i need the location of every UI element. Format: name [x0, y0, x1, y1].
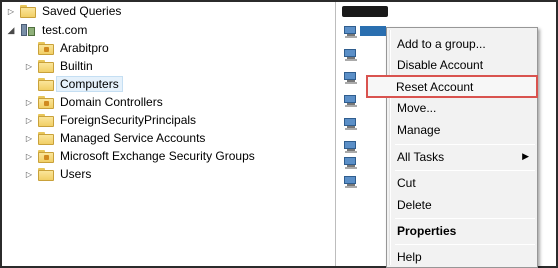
tree-item-label: Domain Controllers [60, 95, 163, 109]
tree-item-exchange-security-groups[interactable]: ▷ Microsoft Exchange Security Groups [24, 147, 255, 165]
tree-item-label: Users [60, 167, 92, 181]
tree-item-label: ForeignSecurityPrincipals [60, 113, 197, 127]
tree-item-domain[interactable]: ◢ test.com [6, 21, 88, 39]
tree-item-label: Managed Service Accounts [60, 131, 206, 145]
domain-icon [20, 23, 36, 37]
tree-item-users[interactable]: ▷ Users [24, 165, 91, 183]
computer-icon[interactable] [344, 26, 358, 38]
computer-icon[interactable] [344, 118, 358, 130]
menu-item-label: All Tasks [397, 150, 445, 164]
submenu-arrow-icon: ▶ [522, 151, 529, 161]
menu-item-move[interactable]: Move... [395, 98, 535, 118]
menu-item-properties[interactable]: Properties [395, 221, 535, 241]
redacted-header [342, 6, 388, 17]
expand-arrow-icon[interactable]: ▷ [24, 147, 34, 165]
menu-separator [395, 218, 535, 219]
computer-icon[interactable] [344, 157, 358, 169]
menu-item-label: Move... [397, 101, 437, 115]
ou-folder-icon [38, 41, 54, 55]
menu-separator [395, 144, 535, 145]
folder-icon [38, 77, 54, 91]
expand-arrow-icon[interactable]: ▷ [24, 165, 34, 183]
tree-item-label: Builtin [60, 59, 93, 73]
tree-item-saved-queries[interactable]: ▷ Saved Queries [6, 2, 121, 20]
console-window: ▷ Saved Queries ◢ test.com Arabitpro ▷ B… [0, 0, 558, 268]
folder-icon [38, 59, 54, 73]
menu-separator [395, 170, 535, 171]
menu-item-all-tasks[interactable]: All Tasks ▶ [395, 147, 535, 167]
expand-arrow-icon[interactable]: ▷ [24, 93, 34, 111]
menu-item-label: Delete [397, 198, 432, 212]
menu-item-add-to-group[interactable]: Add to a group... [395, 34, 535, 54]
menu-item-label: Reset Account [396, 79, 474, 94]
ou-folder-icon [38, 149, 54, 163]
folder-icon [38, 131, 54, 145]
menu-item-help[interactable]: Help [395, 247, 535, 267]
expand-arrow-icon[interactable]: ▷ [24, 129, 34, 147]
folder-icon [38, 113, 54, 127]
expand-arrow-icon[interactable]: ▷ [24, 57, 34, 75]
tree-item-computers[interactable]: Computers [24, 75, 123, 93]
tree-item-domain-controllers[interactable]: ▷ Domain Controllers [24, 93, 163, 111]
expand-arrow-icon[interactable]: ▷ [24, 111, 34, 129]
menu-item-label: Properties [397, 224, 457, 238]
tree-item-managed-service-accounts[interactable]: ▷ Managed Service Accounts [24, 129, 206, 147]
expand-arrow-icon[interactable]: ▷ [6, 2, 16, 20]
tree-item-arabitpro[interactable]: Arabitpro [24, 39, 109, 57]
menu-item-manage[interactable]: Manage [395, 120, 535, 140]
selected-row-highlight[interactable] [360, 26, 386, 36]
menu-item-reset-account[interactable]: Reset Account [366, 75, 538, 98]
menu-item-label: Help [397, 250, 422, 264]
computer-icon[interactable] [344, 141, 358, 153]
tree-item-builtin[interactable]: ▷ Builtin [24, 57, 93, 75]
menu-item-disable-account[interactable]: Disable Account [395, 55, 535, 75]
menu-item-delete[interactable]: Delete [395, 195, 535, 215]
menu-separator [395, 244, 535, 245]
tree-item-label: Saved Queries [42, 4, 122, 18]
collapse-arrow-icon[interactable]: ◢ [6, 21, 16, 39]
tree-item-label: Computers [56, 76, 123, 92]
navigation-tree: ▷ Saved Queries ◢ test.com Arabitpro ▷ B… [4, 2, 334, 266]
menu-gutter [389, 30, 391, 265]
tree-item-label: Arabitpro [60, 41, 109, 55]
computer-icon[interactable] [344, 49, 358, 61]
tree-item-foreign-security-principals[interactable]: ▷ ForeignSecurityPrincipals [24, 111, 196, 129]
computer-icon[interactable] [344, 72, 358, 84]
tree-item-label: test.com [42, 23, 88, 37]
ou-folder-icon [38, 95, 54, 109]
menu-item-label: Add to a group... [397, 37, 486, 51]
folder-icon [20, 4, 36, 18]
tree-item-label: Microsoft Exchange Security Groups [60, 149, 255, 163]
folder-icon [38, 167, 54, 181]
menu-item-cut[interactable]: Cut [395, 173, 535, 193]
computer-icon[interactable] [344, 95, 358, 107]
menu-item-label: Cut [397, 176, 416, 190]
menu-item-label: Disable Account [397, 58, 484, 72]
context-menu: Add to a group... Disable Account Move..… [386, 27, 538, 268]
pane-splitter[interactable] [335, 2, 336, 266]
computer-icon[interactable] [344, 176, 358, 188]
menu-item-label: Manage [397, 123, 441, 137]
